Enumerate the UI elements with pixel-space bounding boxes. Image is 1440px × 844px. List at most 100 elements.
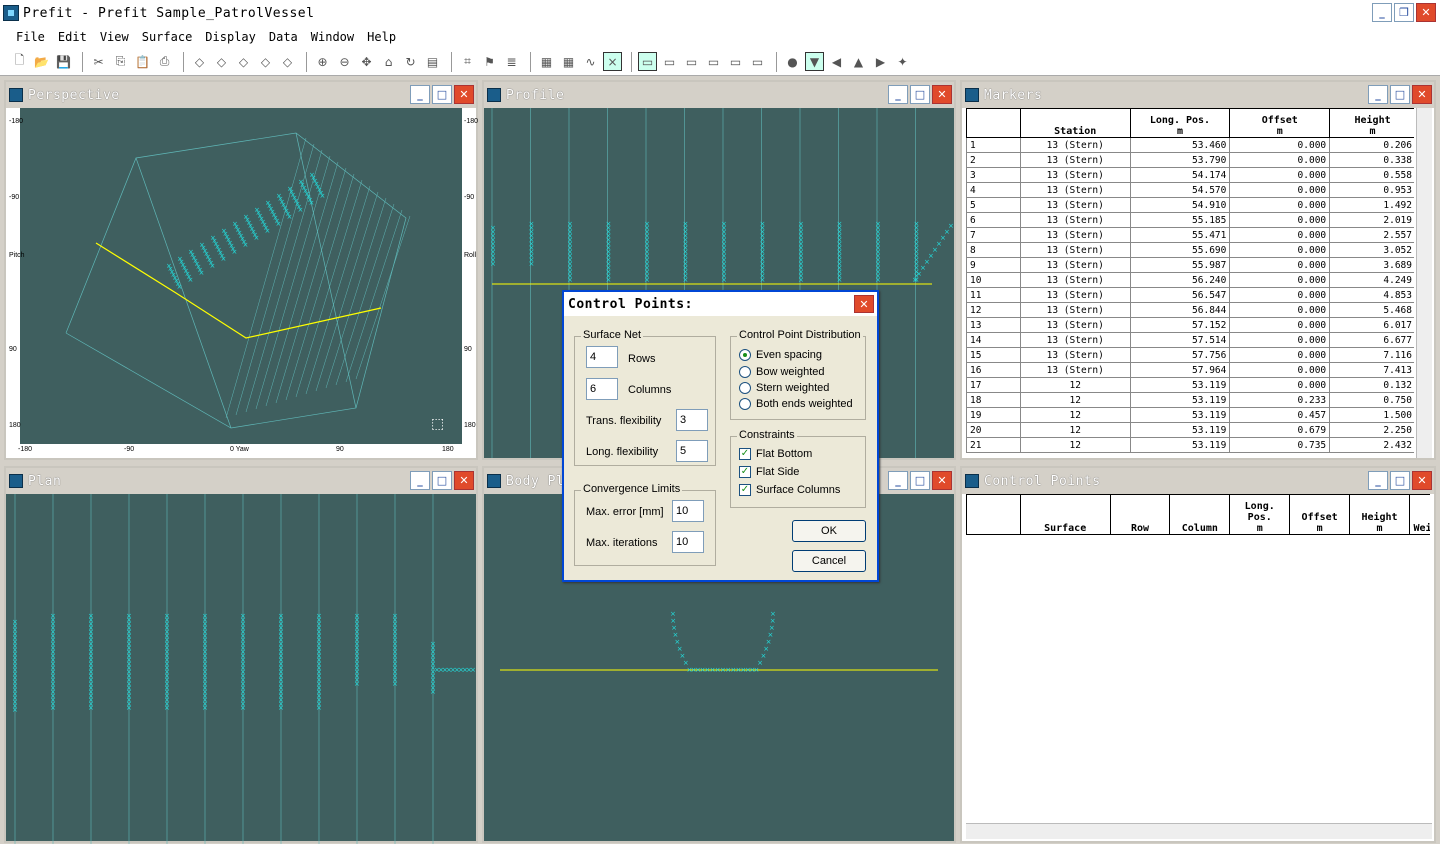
table-cell[interactable]: 0.679 (1229, 422, 1331, 438)
table-cell[interactable]: 56.844 (1129, 302, 1231, 318)
minimize-button[interactable]: _ (410, 471, 430, 490)
header-offset[interactable]: Offset m (1229, 108, 1331, 138)
rotate-icon[interactable]: ↻ (401, 52, 420, 71)
table-row[interactable]: 7 13 (Stern) 55.471 0.000 2.557 (966, 227, 1414, 243)
table-cell[interactable]: 10 (966, 272, 1021, 288)
stern-weighted-radio[interactable] (739, 382, 751, 394)
print-icon[interactable]: ⎙ (155, 52, 174, 71)
table-row[interactable]: 1 13 (Stern) 53.460 0.000 0.206 (966, 137, 1414, 153)
table-cell[interactable]: 12 (1019, 422, 1131, 438)
grid-icon[interactable]: ▦ (537, 52, 556, 71)
zoom-out-icon[interactable]: ⊖ (335, 52, 354, 71)
menu-surface[interactable]: Surface (142, 30, 193, 44)
header-station[interactable]: Station (1019, 108, 1131, 138)
table-cell[interactable]: 12 (966, 302, 1021, 318)
header-row[interactable]: Row (1109, 494, 1171, 535)
table-cell[interactable]: 56.240 (1129, 272, 1231, 288)
shape-icon[interactable]: ◇ (190, 52, 209, 71)
table-cell[interactable]: 13 (Stern) (1019, 197, 1131, 213)
table-row[interactable]: 13 13 (Stern) 57.152 0.000 6.017 (966, 317, 1414, 333)
table-cell[interactable]: 13 (966, 317, 1021, 333)
table-cell[interactable]: 3.689 (1329, 257, 1414, 273)
maximize-button[interactable]: □ (910, 471, 930, 490)
header-height[interactable]: Height m (1329, 108, 1414, 138)
menu-edit[interactable]: Edit (58, 30, 87, 44)
table-cell[interactable]: 2 (966, 152, 1021, 168)
table-cell[interactable]: 4.853 (1329, 287, 1414, 303)
table-cell[interactable]: 12 (1019, 392, 1131, 408)
table-cell[interactable]: 0.000 (1229, 272, 1331, 288)
table-row[interactable]: 9 13 (Stern) 55.987 0.000 3.689 (966, 257, 1414, 273)
table-cell[interactable]: 0.000 (1229, 257, 1331, 273)
close-button[interactable]: ✕ (454, 471, 474, 490)
perspective-pane[interactable]: Perspective _ □ ✕ × × × × × × × × × × × × × × × × × × × × × × × ×… (4, 80, 478, 460)
minimize-button[interactable]: _ (1368, 471, 1388, 490)
table-row[interactable]: 11 13 (Stern) 56.547 0.000 4.853 (966, 287, 1414, 303)
new-icon[interactable]: 🗋 (10, 52, 29, 71)
restore-button[interactable]: ❐ (1394, 3, 1414, 22)
header-column[interactable]: Column (1169, 494, 1231, 535)
plan-pane[interactable]: Plan _ □ ✕ × × × × × × × × × × × × × × × × × × × × × × × × × × × × × × ×… (4, 466, 478, 844)
copy-icon[interactable]: ⎘ (111, 52, 130, 71)
table-row[interactable]: 14 13 (Stern) 57.514 0.000 6.677 (966, 332, 1414, 348)
maximize-button[interactable]: □ (432, 471, 452, 490)
minimize-button[interactable]: _ (1368, 85, 1388, 104)
both-ends-radio[interactable] (739, 398, 751, 410)
table-row[interactable]: 19 12 53.119 0.457 1.500 (966, 407, 1414, 423)
table-cell[interactable]: 11 (966, 287, 1021, 303)
table-cell[interactable]: 13 (Stern) (1019, 242, 1131, 258)
table-cell[interactable]: 13 (Stern) (1019, 182, 1131, 198)
table-cell[interactable]: 13 (Stern) (1019, 212, 1131, 228)
table-cell[interactable]: 53.119 (1129, 392, 1231, 408)
header-weight[interactable]: Wei (1408, 494, 1430, 535)
table-cell[interactable]: 3.052 (1329, 242, 1414, 258)
dialog-close-button[interactable]: ✕ (854, 295, 874, 313)
paste-icon[interactable]: 📋 (133, 52, 152, 71)
maximize-button[interactable]: □ (1390, 85, 1410, 104)
table-cell[interactable]: 13 (Stern) (1019, 227, 1131, 243)
table-cell[interactable]: 8 (966, 242, 1021, 258)
table-cell[interactable]: 1.492 (1329, 197, 1414, 213)
table-cell[interactable]: 18 (966, 392, 1021, 408)
vertical-scrollbar[interactable] (1416, 108, 1432, 458)
table-cell[interactable]: 55.471 (1129, 227, 1231, 243)
table-cell[interactable]: 0.206 (1329, 137, 1414, 153)
table-cell[interactable]: 0.000 (1229, 227, 1331, 243)
table-cell[interactable]: 0.000 (1229, 182, 1331, 198)
bow-weighted-radio[interactable] (739, 366, 751, 378)
table-cell[interactable]: 0.735 (1229, 437, 1331, 453)
close-button[interactable]: ✕ (1416, 3, 1436, 22)
table-cell[interactable]: 13 (Stern) (1019, 362, 1131, 378)
horizontal-scrollbar[interactable] (966, 823, 1432, 839)
table-cell[interactable]: 13 (Stern) (1019, 302, 1131, 318)
table-cell[interactable]: 12 (1019, 377, 1131, 393)
table-cell[interactable]: 9 (966, 257, 1021, 273)
table-cell[interactable]: 0.000 (1229, 347, 1331, 363)
table-cell[interactable]: 54.570 (1129, 182, 1231, 198)
table-cell[interactable]: 6.677 (1329, 332, 1414, 348)
table-row[interactable]: 21 12 53.119 0.735 2.432 (966, 437, 1414, 453)
minimize-button[interactable]: _ (410, 85, 430, 104)
close-button[interactable]: ✕ (454, 85, 474, 104)
table-cell[interactable]: 15 (966, 347, 1021, 363)
table-cell[interactable]: 13 (Stern) (1019, 137, 1131, 153)
header-long-pos[interactable]: Long. Pos. m (1129, 108, 1231, 138)
table-row[interactable]: 4 13 (Stern) 54.570 0.000 0.953 (966, 182, 1414, 198)
long-flex-input[interactable] (676, 440, 708, 462)
table-cell[interactable]: 0.750 (1329, 392, 1414, 408)
tool-b-icon[interactable]: ⚑ (480, 52, 499, 71)
menu-file[interactable]: File (16, 30, 45, 44)
table-row[interactable]: 20 12 53.119 0.679 2.250 (966, 422, 1414, 438)
table-row[interactable]: 18 12 53.119 0.233 0.750 (966, 392, 1414, 408)
table-cell[interactable]: 7 (966, 227, 1021, 243)
table-cell[interactable]: 0.000 (1229, 242, 1331, 258)
table-row[interactable]: 6 13 (Stern) 55.185 0.000 2.019 (966, 212, 1414, 228)
table-cell[interactable]: 0.233 (1229, 392, 1331, 408)
table-cell[interactable]: 0.000 (1229, 167, 1331, 183)
table-cell[interactable]: 54.174 (1129, 167, 1231, 183)
table-row[interactable]: 10 13 (Stern) 56.240 0.000 4.249 (966, 272, 1414, 288)
table-cell[interactable]: 12 (1019, 407, 1131, 423)
table-row[interactable]: 5 13 (Stern) 54.910 0.000 1.492 (966, 197, 1414, 213)
markers-icon[interactable]: × (603, 52, 622, 71)
tool-c-icon[interactable]: ≣ (502, 52, 521, 71)
